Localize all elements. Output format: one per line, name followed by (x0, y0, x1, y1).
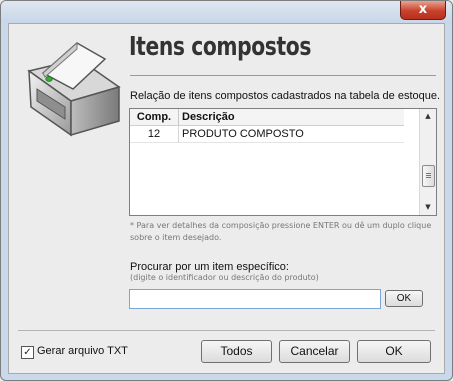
checkmark-icon[interactable]: ✓ (21, 346, 34, 359)
search-input[interactable] (129, 289, 381, 309)
grip-line (426, 175, 431, 176)
checkbox-label[interactable]: Gerar arquivo TXT (37, 345, 128, 357)
title-bar: x (1, 1, 452, 23)
printer-icon (27, 41, 121, 137)
search-ok-button[interactable]: OK (385, 290, 423, 307)
todos-button[interactable]: Todos (201, 340, 272, 363)
column-header-descricao[interactable]: Descrição (182, 109, 235, 125)
cell-descricao: PRODUTO COMPOSTO (182, 128, 304, 140)
items-table[interactable]: Comp. Descrição 12 PRODUTO COMPOSTO ▲ ▼ (129, 108, 437, 216)
scroll-up-icon[interactable]: ▲ (420, 109, 436, 124)
column-header-comp[interactable]: Comp. (130, 109, 179, 125)
title-divider (130, 75, 436, 76)
ok-button[interactable]: OK (357, 340, 431, 363)
dialog-window: x Itens compostos Relação de itens compo… (0, 0, 453, 381)
footer-divider (18, 330, 435, 331)
scroll-thumb[interactable] (422, 165, 435, 187)
table-header: Comp. Descrição (130, 109, 404, 126)
page-title: Itens compostos (129, 32, 312, 62)
close-button[interactable]: x (400, 1, 446, 20)
cell-comp: 12 (130, 126, 179, 142)
search-label: Procurar por um item específico: (130, 261, 289, 273)
table-row[interactable]: 12 PRODUTO COMPOSTO (130, 126, 404, 143)
grip-line (426, 177, 431, 178)
search-sublabel: (digite o identificador ou descrição do … (130, 273, 319, 282)
vertical-scrollbar[interactable]: ▲ ▼ (419, 109, 436, 215)
scroll-down-icon[interactable]: ▼ (420, 200, 436, 215)
hint-text: * Para ver detalhes da composição pressi… (130, 221, 432, 242)
dialog-content: Itens compostos Relação de itens compost… (8, 23, 445, 374)
grip-line (426, 173, 431, 174)
description-text: Relação de itens compostos cadastrados n… (130, 90, 441, 102)
cancel-button[interactable]: Cancelar (279, 340, 350, 363)
